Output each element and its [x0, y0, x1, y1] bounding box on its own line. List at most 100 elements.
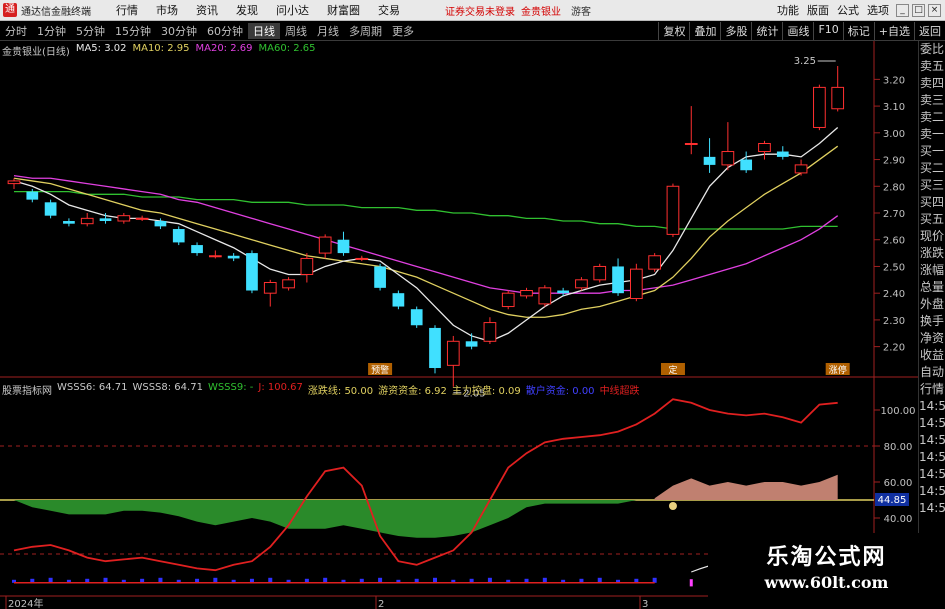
side-panel-label-2: 卖四: [919, 76, 944, 90]
candle-body-down: [374, 266, 386, 288]
side-panel-label-0: 委比: [919, 42, 944, 56]
side-panel-label-7: 买二: [919, 161, 944, 175]
candle: [208, 250, 222, 259]
candle-body-down: [246, 253, 258, 291]
ind-current-value: 44.85: [878, 495, 907, 506]
candle: [44, 199, 57, 219]
price-axis-label-3: 2.90: [883, 156, 905, 167]
indicator-legend-5: 涨跌线: 50.00: [307, 386, 374, 397]
ind-signal-dot-icon: [668, 502, 677, 510]
ma20-line: [13, 174, 839, 294]
ind-red-area: [654, 474, 838, 500]
chart-canvas[interactable]: 3.252.05预警定涨停 3.203.103.002.902.802.702.…: [0, 0, 945, 609]
side-panel-label-22: 14:5: [919, 416, 945, 430]
ma-legend-2: MA20: 2.69: [195, 43, 253, 54]
price-axis-label-7: 2.50: [883, 262, 905, 273]
candle: [392, 290, 405, 310]
candle-body-down: [99, 218, 112, 222]
candle: [246, 250, 258, 294]
candle-body-up: [80, 217, 94, 225]
side-panel-label-10: 买五: [919, 212, 944, 226]
side-panel-label-24: 14:5: [919, 450, 945, 464]
candle: [629, 263, 643, 302]
price-axis-label-2: 3.00: [883, 129, 905, 140]
side-panel-label-13: 涨幅: [919, 263, 944, 277]
ind-axis-label-0: 100.00: [881, 406, 916, 417]
candle: [684, 106, 698, 155]
candle-body-down: [392, 293, 405, 307]
candle: [429, 325, 441, 374]
candle-body-up: [263, 281, 277, 294]
watermark: 乐淘公式网 www.60lt.com: [708, 533, 945, 609]
candle: [7, 178, 21, 189]
candle: [465, 333, 478, 350]
price-axis-label-0: 3.20: [883, 75, 905, 86]
candle-body-up: [794, 164, 808, 174]
candle-body-up: [648, 255, 662, 270]
candle: [831, 66, 845, 112]
candle: [446, 335, 460, 387]
indicator-legend-7: 主力控盘: 0.09: [451, 386, 521, 397]
candle: [410, 306, 423, 328]
candle-body-up: [575, 279, 588, 289]
candle: [483, 317, 497, 344]
candle-body-down: [703, 156, 716, 165]
candle-body-down: [191, 245, 203, 254]
stock-label: 金贵银业(日线): [2, 47, 70, 58]
candle-body-up: [7, 180, 21, 185]
ma60-line: [14, 190, 838, 230]
candle-body-up: [813, 86, 826, 128]
side-panel-label-23: 14:5: [919, 433, 945, 447]
price-axis-label-9: 2.30: [883, 316, 905, 327]
candle: [721, 122, 735, 171]
ind-axis-label-2: 60.00: [884, 478, 913, 489]
price-axis-label-4: 2.80: [883, 182, 905, 193]
indicator-legend: 股票指标网 WSSS6: 64.71 WSSS8: 64.71 WSSS9: - J: …: [2, 382, 640, 397]
candle: [26, 188, 39, 203]
candle: [612, 258, 624, 296]
candle: [794, 159, 808, 176]
candle-body-up: [666, 185, 680, 235]
price-axis-label-1: 3.10: [883, 102, 905, 113]
candle-body-up: [593, 265, 607, 281]
candle-body-up: [117, 215, 131, 222]
candle-body-down: [557, 290, 569, 294]
candle-body-up: [282, 279, 295, 289]
candle: [740, 151, 753, 173]
side-panel-label-6: 买一: [919, 144, 944, 158]
side-panel-label-8: 买三: [919, 178, 944, 192]
candle: [593, 263, 607, 283]
indicator-legend-8: 散户资金: 0.00: [525, 386, 595, 397]
candle: [374, 263, 386, 291]
side-panel-label-15: 外盘: [919, 297, 944, 311]
price-legend: 金贵银业(日线) MA5: 3.02 MA10: 2.95 MA20: 2.69 MA…: [2, 43, 316, 58]
indicator-legend-3: WSSS9: -: [207, 382, 254, 393]
candle-body-up: [538, 287, 552, 305]
side-panel-label-25: 14:5: [919, 467, 945, 481]
candle-body-down: [612, 266, 624, 294]
candle: [355, 255, 369, 262]
indicator-legend-6: 游资资金: 6.92: [378, 386, 447, 397]
candle-body-down: [429, 327, 441, 369]
candle-body-up: [483, 322, 497, 342]
candle: [703, 138, 716, 173]
candle-body-up: [208, 255, 222, 258]
candle: [666, 183, 680, 238]
ma-legend-1: MA10: 2.95: [132, 43, 190, 54]
candle-body-down: [63, 221, 75, 224]
candle-body-down: [410, 309, 423, 326]
candle: [135, 215, 149, 222]
side-panel-label-9: 买四: [919, 195, 944, 209]
candle-body-up: [629, 268, 643, 300]
candle: [501, 290, 515, 310]
candle-body-down: [776, 151, 789, 157]
candle-body-up: [721, 151, 735, 166]
candle: [575, 277, 588, 291]
candle: [538, 285, 552, 307]
event-badge-label-2: 涨停: [829, 364, 847, 376]
candle-body-down: [740, 159, 753, 171]
price-axis-label-5: 2.70: [883, 209, 905, 220]
side-panel-label-1: 卖五: [919, 59, 944, 73]
watermark-url: www.60lt.com: [764, 573, 889, 592]
candle-body-down: [465, 341, 478, 347]
